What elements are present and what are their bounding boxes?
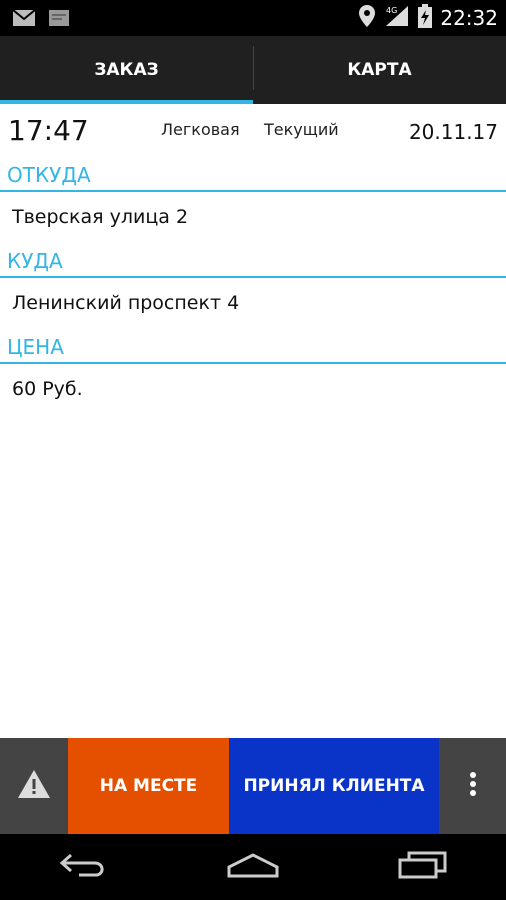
mail-icon — [12, 8, 36, 32]
from-address: Тверская улица 2 — [12, 206, 189, 228]
warning-icon — [17, 769, 51, 803]
tab-map[interactable]: КАРТА — [253, 36, 506, 104]
back-button[interactable] — [44, 842, 124, 892]
status-bar: 4G 22:32 — [0, 0, 506, 36]
home-icon — [226, 851, 280, 883]
location-icon — [358, 4, 376, 32]
to-address: Ленинский проспект 4 — [12, 292, 240, 314]
overflow-menu-icon — [469, 771, 477, 801]
recent-apps-button[interactable] — [382, 842, 462, 892]
car-type-badge: Легковая — [155, 116, 246, 148]
to-section-title: КУДА — [0, 246, 506, 278]
warning-button[interactable] — [0, 738, 68, 834]
order-header: 17:47 Легковая Текущий 20.11.17 — [0, 104, 506, 160]
price-value: 60 Руб. — [12, 378, 83, 400]
accept-client-button[interactable]: ПРИНЯЛ КЛИЕНТА — [229, 738, 439, 834]
more-options-button[interactable] — [439, 738, 506, 834]
signal-4g-icon: 4G — [384, 4, 410, 32]
from-section-title: ОТКУДА — [0, 160, 506, 192]
system-navigation-bar — [0, 834, 506, 900]
order-date: 20.11.17 — [408, 120, 498, 144]
tab-bar: ЗАКАЗ КАРТА — [0, 36, 506, 104]
message-icon — [48, 8, 70, 32]
order-status-badge: Текущий — [258, 116, 345, 148]
price-section-title: ЦЕНА — [0, 332, 506, 364]
back-icon — [59, 851, 109, 883]
order-time: 17:47 — [8, 114, 89, 147]
recent-apps-icon — [397, 851, 447, 883]
svg-text:4G: 4G — [386, 6, 397, 15]
status-clock: 22:32 — [440, 6, 498, 30]
order-details: 17:47 Легковая Текущий 20.11.17 ОТКУДА Т… — [0, 104, 506, 738]
home-button[interactable] — [213, 842, 293, 892]
on-site-button[interactable]: НА МЕСТЕ — [68, 738, 229, 834]
battery-charging-icon — [418, 4, 433, 32]
tab-order[interactable]: ЗАКАЗ — [0, 36, 253, 104]
action-bar: НА МЕСТЕ ПРИНЯЛ КЛИЕНТА — [0, 738, 506, 834]
